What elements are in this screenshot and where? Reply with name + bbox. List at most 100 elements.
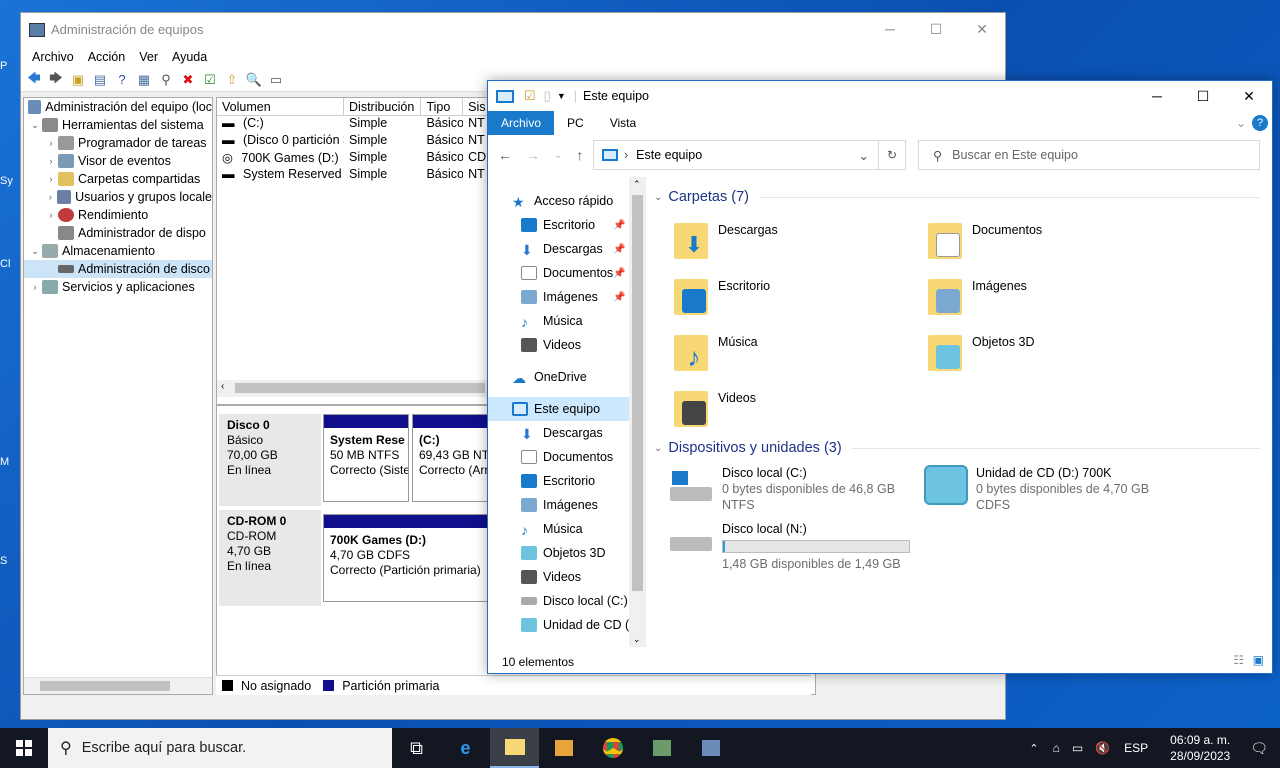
tree-item[interactable]: ⌄ Herramientas del sistema <box>24 116 212 134</box>
tree-item[interactable]: Administración del equipo (loc <box>24 98 212 116</box>
nav-quick-item[interactable]: Documentos 📌 <box>488 261 646 285</box>
nav-scrollbar[interactable]: ⌃ ⌄ <box>629 177 646 647</box>
network-icon[interactable]: ⌂ <box>1053 741 1060 755</box>
chevron-down-icon[interactable]: ⌄ <box>28 246 42 257</box>
taskbar-computer-management[interactable] <box>637 728 686 768</box>
close-button[interactable]: ✕ <box>1226 81 1272 111</box>
nav-quick-item[interactable]: ♪ Música <box>488 309 646 333</box>
nav-pc-item[interactable]: ♪ Música <box>488 517 646 541</box>
desktop-icon[interactable]: P <box>0 60 20 100</box>
chevron-right-icon[interactable]: › <box>44 156 58 166</box>
up-folder-icon[interactable]: ▣ <box>69 71 87 89</box>
drive-d[interactable]: Unidad de CD (D:) 700K 0 bytes disponible… <box>922 465 1172 521</box>
tree-item[interactable]: ⌄ Almacenamiento <box>24 242 212 260</box>
show-hide-tree-icon[interactable]: ▤ <box>91 71 109 89</box>
nav-quick-item[interactable]: Imágenes 📌 <box>488 285 646 309</box>
tree-item[interactable]: › Servicios y aplicaciones <box>24 278 212 296</box>
tab-vista[interactable]: Vista <box>597 111 649 135</box>
minimize-button[interactable]: ─ <box>867 13 913 45</box>
nav-pc-item[interactable]: Documentos <box>488 445 646 469</box>
language-indicator[interactable]: ESP <box>1124 741 1148 755</box>
chevron-right-icon[interactable]: › <box>44 138 58 148</box>
check-icon[interactable]: ☑ <box>201 71 219 89</box>
column-sistema[interactable]: Sis <box>463 98 487 115</box>
desktop-icon[interactable]: Sy <box>0 175 20 215</box>
chevron-down-icon[interactable]: ⌄ <box>633 634 641 645</box>
forward-arrow-icon[interactable]: → <box>526 147 540 163</box>
properties-quick-icon[interactable]: ☑ <box>524 88 536 104</box>
connection-icon[interactable]: ▭ <box>1072 741 1083 755</box>
taskbar-media[interactable] <box>539 728 588 768</box>
back-arrow-icon[interactable]: 🡄 <box>25 70 43 89</box>
pin-icon[interactable]: 📌 <box>613 244 625 255</box>
forward-arrow-icon[interactable]: 🡆 <box>47 70 65 89</box>
delete-icon[interactable]: ✖ <box>179 71 197 89</box>
tree-item[interactable]: › Rendimiento <box>24 206 212 224</box>
desktop-icon[interactable]: S <box>0 555 20 595</box>
chevron-left-icon[interactable]: ‹ <box>221 381 224 392</box>
chevron-down-icon[interactable]: ⌄ <box>28 120 42 131</box>
folder-documentos[interactable]: Documentos <box>926 219 1176 269</box>
tree-item[interactable]: › Usuarios y grupos locale <box>24 188 212 206</box>
partition-system-reserved[interactable]: System Rese 50 MB NTFS Correcto (Siste <box>323 414 409 502</box>
desktop-icon[interactable]: Cl <box>0 258 20 298</box>
taskbar-disk-management[interactable] <box>686 728 735 768</box>
nav-this-pc[interactable]: Este equipo <box>488 397 646 421</box>
partition-d[interactable]: 700K Games (D:) 4,70 GB CDFS Correcto (Par… <box>323 514 493 602</box>
chevron-down-icon[interactable]: ⌄ <box>859 148 869 163</box>
table-row[interactable]: ▬ (Disco 0 partición 3) Simple Básico NT <box>217 133 487 150</box>
title-bar[interactable]: Administración de equipos ─ ☐ ✕ <box>21 13 1005 46</box>
taskbar-chrome[interactable] <box>588 728 637 768</box>
new-folder-quick-icon[interactable]: ▯ <box>544 88 551 104</box>
title-bar[interactable]: ☑ ▯ ▼ | Este equipo ─ ☐ ✕ <box>488 81 1272 111</box>
nav-quick-item[interactable]: ⬇ Descargas 📌 <box>488 237 646 261</box>
nav-pc-item[interactable]: Disco local (C:) <box>488 589 646 613</box>
tree-item[interactable]: › Carpetas compartidas <box>24 170 212 188</box>
connect-icon[interactable]: ⚲ <box>157 71 175 89</box>
nav-quick-access[interactable]: ★ Acceso rápido <box>488 189 646 213</box>
search-folder-icon[interactable]: 🔍 <box>245 71 263 89</box>
close-button[interactable]: ✕ <box>959 13 1005 45</box>
column-tipo[interactable]: Tipo <box>421 98 464 115</box>
folders-section-header[interactable]: ⌄ Carpetas (7) <box>654 185 1260 209</box>
tree-item[interactable]: Administrador de dispo <box>24 224 212 242</box>
maximize-button[interactable]: ☐ <box>1180 81 1226 111</box>
menu-ver[interactable]: Ver <box>132 50 165 64</box>
tree-item[interactable]: › Visor de eventos <box>24 152 212 170</box>
pin-icon[interactable]: 📌 <box>613 292 625 303</box>
chevron-up-icon[interactable]: ⌃ <box>1029 742 1038 755</box>
nav-pc-item[interactable]: Videos <box>488 565 646 589</box>
column-distribucion[interactable]: Distribución <box>344 98 422 115</box>
minimize-button[interactable]: ─ <box>1134 81 1180 111</box>
folder-up-icon[interactable]: ⇧ <box>223 71 241 89</box>
disk0-info[interactable]: Disco 0 Básico 70,00 GB En línea <box>219 414 321 506</box>
table-row[interactable]: ▬ System Reserved Simple Básico NT <box>217 167 487 184</box>
nav-pc-item[interactable]: Unidad de CD (D <box>488 613 646 637</box>
folder-musica[interactable]: ♪ Música <box>672 331 922 381</box>
nav-pc-item[interactable]: ⬇ Descargas <box>488 421 646 445</box>
column-volumen[interactable]: Volumen <box>217 98 345 115</box>
horizontal-scrollbar[interactable] <box>24 677 212 694</box>
desktop-icon[interactable]: M <box>0 456 20 496</box>
tab-archivo[interactable]: Archivo <box>488 111 555 135</box>
scrollbar-thumb[interactable] <box>632 195 643 591</box>
menu-ayuda[interactable]: Ayuda <box>165 50 214 64</box>
pin-icon[interactable]: 📌 <box>613 220 625 231</box>
notifications-icon[interactable]: 🗨 <box>1250 740 1268 757</box>
drive-c[interactable]: Disco local (C:) 0 bytes disponibles de 4… <box>668 465 918 521</box>
clock[interactable]: 06:09 a. m. 28/09/2023 <box>1170 732 1230 764</box>
tab-pc[interactable]: PC <box>554 111 597 135</box>
table-row[interactable]: ◎ 700K Games (D:) Simple Básico CD <box>217 150 487 167</box>
folder-videos[interactable]: Videos <box>672 387 922 437</box>
chevron-down-icon[interactable]: ⌄ <box>654 443 662 454</box>
menu-accion[interactable]: Acción <box>81 50 133 64</box>
nav-pc-item[interactable]: Escritorio <box>488 469 646 493</box>
partition-c[interactable]: (C:)69,43 GB NTFSCorrecto (Arra <box>412 414 492 502</box>
customize-quick-access-icon[interactable]: ▼ <box>557 91 566 101</box>
start-button[interactable] <box>0 728 48 768</box>
tree-item[interactable]: › Programador de tareas <box>24 134 212 152</box>
chevron-right-icon[interactable]: › <box>44 210 58 220</box>
folder-objetos-3d[interactable]: Objetos 3D <box>926 331 1176 381</box>
nav-quick-item[interactable]: Escritorio 📌 <box>488 213 646 237</box>
up-arrow-icon[interactable]: ↑ <box>576 147 583 163</box>
